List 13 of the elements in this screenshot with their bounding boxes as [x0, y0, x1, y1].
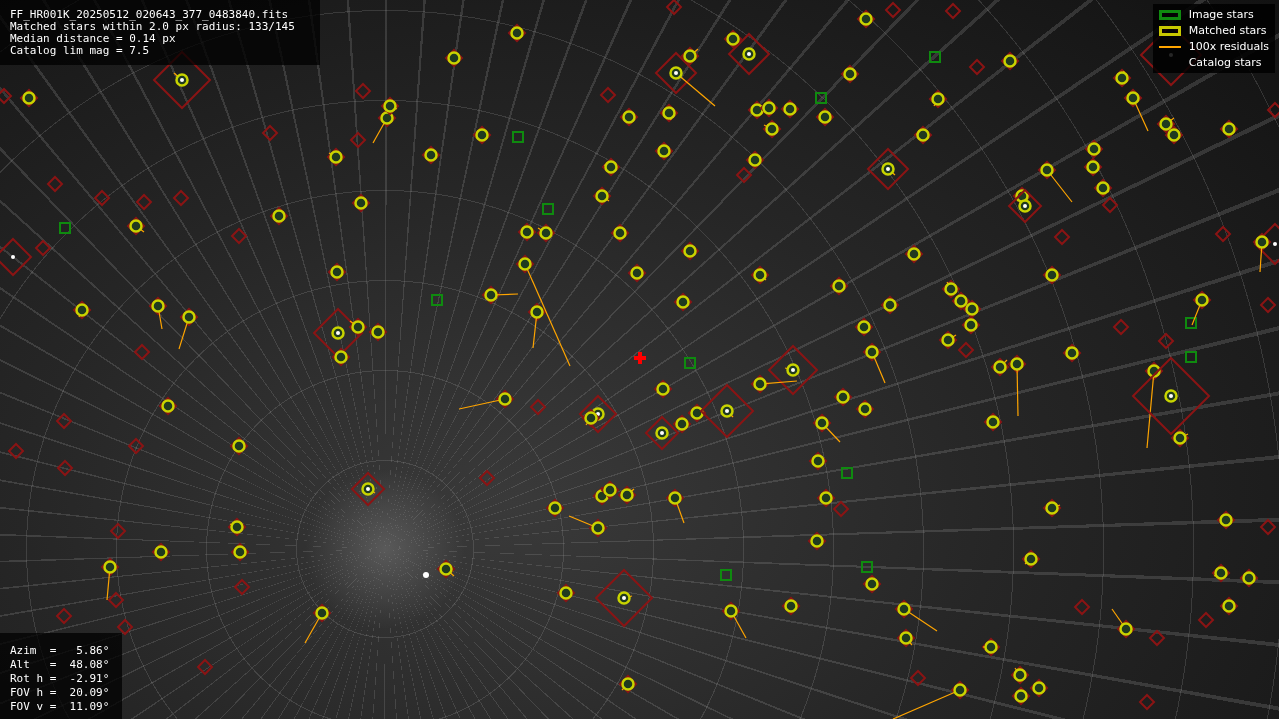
pointing-text: FOV h = 20.09° — [10, 687, 111, 699]
pointing-text: Alt = 48.08° — [10, 659, 111, 671]
legend-label: Matched stars — [1188, 24, 1267, 37]
legend-label: 100x residuals — [1188, 40, 1269, 53]
legend-label: Catalog stars — [1188, 56, 1262, 69]
pointing-text: FOV v = 11.09° — [10, 701, 111, 713]
pointing-text: Azim = 5.86° — [10, 645, 111, 657]
info-text: Catalog lim mag = 7.5 — [10, 45, 151, 57]
info-text: Median distance = 0.14 px — [10, 33, 177, 45]
pointing-text: Rot h = -2.91° — [10, 673, 111, 685]
info-text: FF_HR001K_20250512_020643_377_0483840.fits — [10, 9, 290, 21]
legend-label: Image stars — [1188, 8, 1254, 21]
info-text: Matched stars within 2.0 px radius: 133/145 — [10, 21, 296, 33]
